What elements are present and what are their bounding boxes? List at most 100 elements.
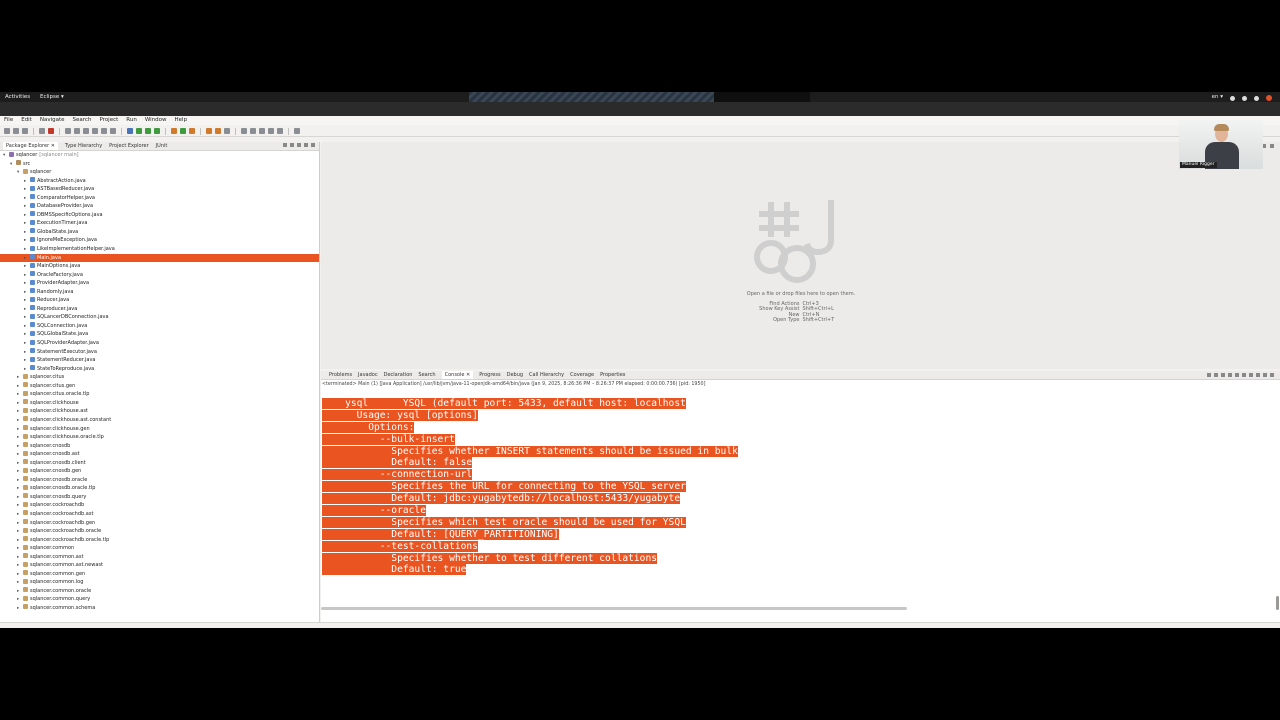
tab-declaration[interactable]: Declaration (384, 371, 413, 379)
menu-run[interactable]: Run (126, 116, 137, 125)
tree-item-package[interactable]: ▸ sqlancer.common.schema (0, 604, 319, 613)
open-type-icon[interactable] (206, 128, 212, 134)
pin-editor-icon[interactable] (294, 128, 300, 134)
tree-item-java-file[interactable]: ▸ Randomly.java (0, 288, 319, 297)
back-icon[interactable] (268, 128, 274, 134)
step-into-icon[interactable] (101, 128, 107, 134)
tree-item-java-file[interactable]: ▸ StatementExecutor.java (0, 348, 319, 357)
external-tools-icon[interactable] (154, 128, 160, 134)
debug-icon[interactable] (127, 128, 133, 134)
tree-item-package[interactable]: ▸ sqlancer.cockroachdb.gen (0, 519, 319, 528)
app-menu[interactable]: Eclipse ▾ (40, 92, 64, 102)
tree-item-java-file[interactable]: ▸ ExecutionTimer.java (0, 219, 319, 228)
step-over-icon[interactable] (110, 128, 116, 134)
tree-item-package[interactable]: ▸ sqlancer.clickhouse.gen (0, 425, 319, 434)
tab-problems[interactable]: Problems (329, 371, 352, 379)
maximize-icon[interactable] (1270, 373, 1274, 377)
tree-item-package[interactable]: ▸ sqlancer.citus (0, 373, 319, 382)
tab-console[interactable]: Console ✕ (441, 371, 474, 379)
tree-item-java-file[interactable]: ▸ SQLancerDBConnection.java (0, 313, 319, 322)
tab-call-hierarchy[interactable]: Call Hierarchy (529, 371, 564, 379)
tree-item-package[interactable]: ▸ sqlancer.common.oracle (0, 587, 319, 596)
terminate-icon[interactable] (1207, 373, 1211, 377)
next-annotation-icon[interactable] (241, 128, 247, 134)
menu-search[interactable]: Search (73, 116, 92, 125)
tree-item-java-file[interactable]: ▸ ComparatorHelper.java (0, 194, 319, 203)
tree-item-java-file[interactable]: ▸ Reducer.java (0, 296, 319, 305)
tree-item[interactable]: ▾ src (0, 160, 319, 169)
tree-item-java-file[interactable]: ▸ GlobalState.java (0, 228, 319, 237)
tree-item-java-file[interactable]: ▸ AbstractAction.java (0, 177, 319, 186)
tab-properties[interactable]: Properties (600, 371, 625, 379)
tree-item[interactable]: ▾ sqlancer [sqlancer main] (0, 151, 319, 160)
tree-item-package[interactable]: ▸ sqlancer.cockroachdb.ast (0, 510, 319, 519)
run-icon[interactable] (136, 128, 142, 134)
coverage-icon[interactable] (145, 128, 151, 134)
menu-edit[interactable]: Edit (21, 116, 32, 125)
print-icon[interactable] (39, 128, 45, 134)
forward-icon[interactable] (277, 128, 283, 134)
menu-project[interactable]: Project (99, 116, 118, 125)
minimize-icon[interactable] (304, 143, 308, 147)
new-java-project-icon[interactable] (171, 128, 177, 134)
search-icon[interactable] (224, 128, 230, 134)
tree-item-package[interactable]: ▸ sqlancer.clickhouse.oracle.tlp (0, 433, 319, 442)
tree-item-package[interactable]: ▸ sqlancer.cnosdb (0, 442, 319, 451)
tree-item-package[interactable]: ▸ sqlancer.common (0, 544, 319, 553)
horizontal-scrollbar[interactable] (321, 607, 907, 610)
link-with-editor-icon[interactable] (290, 143, 294, 147)
last-edit-icon[interactable] (259, 128, 265, 134)
tree-item-java-file[interactable]: ▸ Reproducer.java (0, 305, 319, 314)
terminal-icon[interactable] (48, 128, 54, 134)
new-class-icon[interactable] (189, 128, 195, 134)
scroll-lock-icon[interactable] (1228, 373, 1232, 377)
network-icon[interactable] (1230, 95, 1235, 101)
tree-item-package[interactable]: ▸ sqlancer.clickhouse (0, 399, 319, 408)
tab-search[interactable]: Search (418, 371, 435, 379)
tree-item-java-file[interactable]: ▸ MainOptions.java (0, 262, 319, 271)
recording-icon[interactable] (1266, 95, 1272, 101)
word-wrap-icon[interactable] (1235, 373, 1239, 377)
tree-item-package[interactable]: ▸ sqlancer.cnosdb.client (0, 459, 319, 468)
vertical-scrollbar[interactable] (1276, 596, 1279, 610)
editor-area[interactable]: Open a file or drop files here to open t… (321, 142, 1280, 369)
menu-help[interactable]: Help (175, 116, 188, 125)
volume-icon[interactable] (1242, 95, 1247, 101)
tree-item-java-file[interactable]: ▸ LikeImplementationHelper.java (0, 245, 319, 254)
power-icon[interactable] (1254, 95, 1259, 101)
tab-package-explorer[interactable]: Package Explorer ✕ (3, 142, 58, 150)
tree-item-java-file[interactable]: ▸ Main.java (0, 253, 319, 263)
tree-item-java-file[interactable]: ▸ IgnoreMeException.java (0, 236, 319, 245)
stop-icon[interactable] (92, 128, 98, 134)
display-console-icon[interactable] (1249, 373, 1253, 377)
tree-item-package[interactable]: ▸ sqlancer.clickhouse.ast (0, 407, 319, 416)
suspend-icon[interactable] (83, 128, 89, 134)
view-menu-icon[interactable] (297, 143, 301, 147)
tab-project-explorer[interactable]: Project Explorer (109, 142, 149, 150)
tree-item-package[interactable]: ▸ sqlancer.common.ast (0, 553, 319, 562)
tree-item-package[interactable]: ▸ sqlancer.cnosdb.query (0, 493, 319, 502)
tree-item-package[interactable]: ▸ sqlancer.cockroachdb.oracle.tlp (0, 536, 319, 545)
tab-type-hierarchy[interactable]: Type Hierarchy (65, 142, 102, 150)
tab-coverage[interactable]: Coverage (570, 371, 594, 379)
locale-indicator[interactable]: en ▾ (1212, 92, 1223, 102)
tree-item-package[interactable]: ▸ sqlancer.citus.oracle.tlp (0, 390, 319, 399)
minimize-icon[interactable] (1263, 373, 1267, 377)
tab-debug[interactable]: Debug (507, 371, 523, 379)
console-output[interactable]: ysql YSQL (default port: 5433, default h… (322, 398, 738, 576)
previous-annotation-icon[interactable] (250, 128, 256, 134)
activities-button[interactable]: Activities (5, 92, 30, 102)
tree-item-java-file[interactable]: ▸ SQLGlobalState.java (0, 330, 319, 339)
tree-item-package[interactable]: ▸ sqlancer.cockroachdb.oracle (0, 527, 319, 536)
tree-item-java-file[interactable]: ▸ OracleFactory.java (0, 271, 319, 280)
tree-item-package[interactable]: ▸ sqlancer.common.query (0, 595, 319, 604)
tree-item-package[interactable]: ▸ sqlancer.clickhouse.ast.constant (0, 416, 319, 425)
tree-item-package[interactable]: ▸ sqlancer.cnosdb.oracle (0, 476, 319, 485)
tree-item-package[interactable]: ▸ sqlancer.common.log (0, 578, 319, 587)
tree-item-package[interactable]: ▸ sqlancer.cnosdb.oracle.tlp (0, 484, 319, 493)
tree-item-package[interactable]: ▸ sqlancer.cnosdb.gen (0, 467, 319, 476)
remove-all-icon[interactable] (1221, 373, 1225, 377)
tree-item-java-file[interactable]: ▸ SQLConnection.java (0, 322, 319, 331)
new-package-icon[interactable] (180, 128, 186, 134)
remove-launch-icon[interactable] (1214, 373, 1218, 377)
